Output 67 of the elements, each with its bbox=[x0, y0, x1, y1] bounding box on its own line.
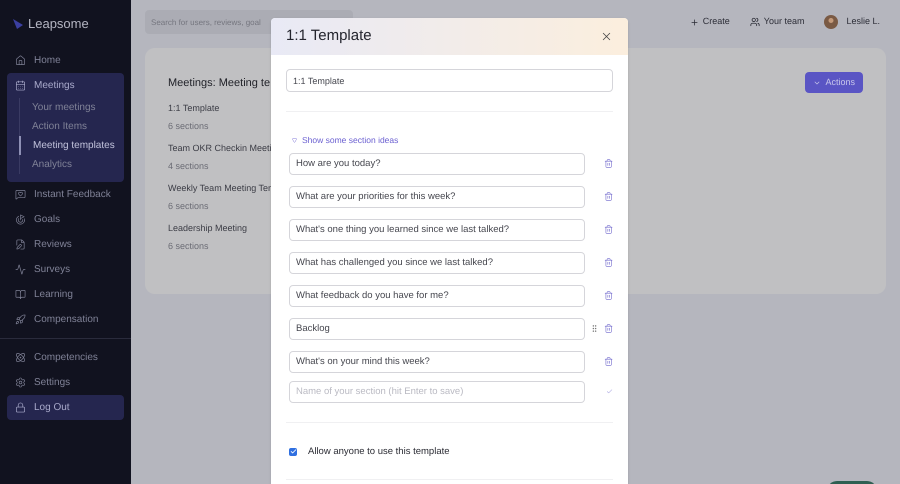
speech-bubble-icon bbox=[15, 188, 26, 200]
house-icon bbox=[15, 54, 26, 66]
logo-icon bbox=[12, 18, 24, 30]
nav-item[interactable]: Instant Feedback bbox=[7, 182, 124, 206]
section-field[interactable]: What has challenged you since we last talked? bbox=[289, 252, 585, 274]
nav-item[interactable]: Meetings bbox=[7, 72, 124, 98]
trash-icon[interactable] bbox=[604, 323, 613, 334]
section-field[interactable]: What's one thing you learned since we last talked? bbox=[289, 218, 585, 241]
nav-subitem[interactable]: Action Items bbox=[20, 116, 124, 136]
logo-text: Leapsome bbox=[28, 15, 89, 33]
plus-icon bbox=[690, 18, 699, 26]
section-ideas-toggle[interactable]: Show some section ideas bbox=[292, 134, 398, 147]
section-field[interactable]: Backlog bbox=[289, 318, 585, 340]
trash-icon[interactable] bbox=[604, 290, 613, 302]
nav-item[interactable]: Goals bbox=[7, 206, 124, 232]
section-field[interactable]: What's on your mind this week? bbox=[289, 350, 585, 373]
rocket-icon bbox=[15, 314, 26, 324]
nav-subitem[interactable]: Your meetings bbox=[20, 98, 124, 116]
atom-icon bbox=[15, 352, 26, 362]
nav-item[interactable]: Home bbox=[7, 48, 124, 72]
triangle-down-icon bbox=[292, 138, 297, 143]
create-button[interactable]: Create bbox=[690, 15, 730, 29]
card-title: Meetings: Meeting te bbox=[168, 76, 270, 92]
trash-icon[interactable] bbox=[604, 191, 613, 202]
trash-icon[interactable] bbox=[604, 356, 613, 368]
nav-item[interactable]: Learning bbox=[7, 282, 124, 306]
user-name[interactable]: Leslie L. bbox=[846, 15, 880, 29]
checkbox-label[interactable]: Allow anyone to use this template bbox=[308, 444, 450, 459]
book-icon bbox=[15, 288, 26, 300]
pencil-icon bbox=[15, 238, 26, 250]
pulse-icon bbox=[15, 264, 26, 274]
template-name[interactable]: Team OKR Checkin Meeti bbox=[168, 142, 272, 156]
close-icon[interactable] bbox=[600, 30, 613, 43]
lock-icon bbox=[15, 402, 26, 412]
checkbox[interactable] bbox=[289, 448, 297, 456]
trash-icon[interactable] bbox=[604, 224, 613, 236]
nav-subitem[interactable]: Meeting templates bbox=[19, 136, 124, 154]
avatar[interactable] bbox=[824, 15, 838, 29]
trash-icon[interactable] bbox=[604, 257, 613, 268]
section-field[interactable]: What are your priorities for this week? bbox=[289, 186, 585, 208]
section-count: 6 sections bbox=[168, 200, 209, 212]
template-name[interactable]: 1:1 Template bbox=[168, 102, 220, 116]
template-name[interactable]: Leadership Meeting bbox=[168, 222, 248, 236]
section-count: 6 sections bbox=[168, 240, 209, 252]
section-count: 4 sections bbox=[168, 160, 209, 172]
nav-item[interactable]: Compensation bbox=[7, 306, 124, 332]
target-icon bbox=[15, 214, 26, 224]
section-count: 6 sections bbox=[168, 120, 209, 132]
new-section-field[interactable]: Name of your section (hit Enter to save) bbox=[289, 380, 585, 403]
drag-handle-icon[interactable] bbox=[590, 324, 599, 334]
section-field[interactable]: What feedback do you have for me? bbox=[289, 284, 585, 307]
team-button[interactable]: Your team bbox=[750, 15, 804, 29]
nav-item[interactable]: Settings bbox=[7, 370, 124, 394]
people-icon bbox=[750, 17, 760, 27]
settings-icon bbox=[15, 376, 26, 388]
check-icon bbox=[290, 448, 296, 456]
nav-item[interactable]: Surveys bbox=[7, 256, 124, 282]
trash-icon[interactable] bbox=[604, 158, 613, 170]
name-field[interactable]: 1:1 Template bbox=[286, 69, 613, 92]
actions-button[interactable]: Actions bbox=[805, 72, 863, 93]
nav-subitem[interactable]: Analytics bbox=[20, 154, 124, 174]
nav-item[interactable]: Log Out bbox=[7, 394, 124, 420]
calendar-icon bbox=[15, 80, 26, 90]
template-name[interactable]: Weekly Team Meeting Ter bbox=[168, 182, 272, 196]
section-field[interactable]: How are you today? bbox=[289, 152, 585, 175]
nav-item[interactable]: Competencies bbox=[7, 344, 124, 370]
nav-item[interactable]: Reviews bbox=[7, 232, 124, 256]
